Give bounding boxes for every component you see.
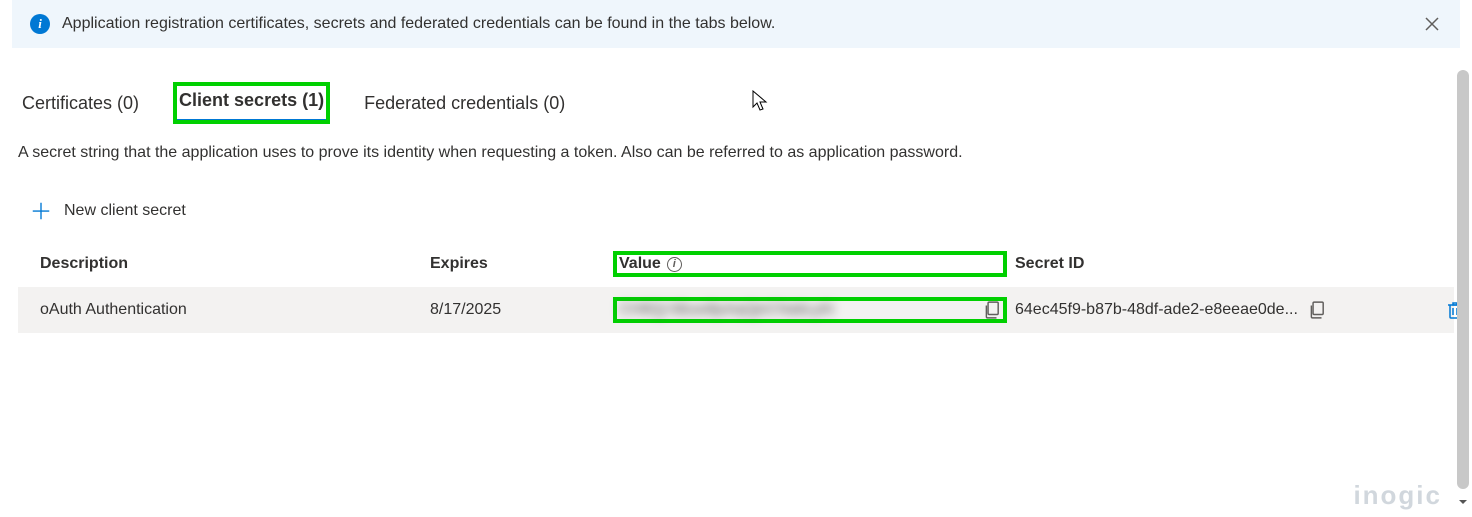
- tab-client-secrets[interactable]: Client secrets (1): [175, 84, 328, 122]
- close-banner-button[interactable]: [1420, 12, 1444, 36]
- watermark: inogic: [1353, 480, 1442, 511]
- cell-description: oAuth Authentication: [40, 301, 430, 319]
- new-client-secret-label: New client secret: [64, 202, 186, 220]
- tab-certificates[interactable]: Certificates (0): [18, 87, 143, 122]
- secret-value-text: CH8Qj hBuw8juhqQjnCNabLpN: [619, 301, 833, 319]
- col-header-value: Value i: [615, 253, 1005, 275]
- info-icon: i: [30, 14, 50, 34]
- secrets-table: Description Expires Value i Secret ID oA…: [18, 245, 1454, 333]
- secret-id-text: 64ec45f9-b87b-48df-ade2-e8eeae0de...: [1015, 301, 1298, 319]
- table-header-row: Description Expires Value i Secret ID: [18, 245, 1454, 283]
- cell-secret-id: 64ec45f9-b87b-48df-ade2-e8eeae0de...: [1015, 300, 1465, 320]
- col-header-secret-id: Secret ID: [1015, 255, 1465, 273]
- table-row: oAuth Authentication 8/17/2025 CH8Qj hBu…: [18, 287, 1454, 333]
- vertical-scrollbar[interactable]: [1457, 70, 1469, 489]
- col-header-description: Description: [40, 255, 430, 273]
- value-help-icon[interactable]: i: [667, 257, 682, 272]
- copy-value-button[interactable]: [983, 301, 1001, 319]
- col-header-expires: Expires: [430, 255, 615, 273]
- section-description: A secret string that the application use…: [0, 144, 1472, 162]
- plus-icon: [30, 200, 52, 222]
- cell-expires: 8/17/2025: [430, 301, 615, 319]
- info-banner: i Application registration certificates,…: [12, 0, 1460, 48]
- copy-id-button[interactable]: [1308, 301, 1326, 319]
- cell-value: CH8Qj hBuw8juhqQjnCNabLpN: [615, 299, 1005, 321]
- info-banner-message: Application registration certificates, s…: [62, 15, 775, 33]
- col-header-value-label: Value: [619, 255, 661, 273]
- tab-federated-credentials[interactable]: Federated credentials (0): [360, 87, 569, 122]
- tabs-bar: Certificates (0) Client secrets (1) Fede…: [0, 84, 1472, 122]
- scrollbar-down-arrow[interactable]: [1457, 495, 1469, 507]
- new-client-secret-button[interactable]: New client secret: [30, 200, 186, 222]
